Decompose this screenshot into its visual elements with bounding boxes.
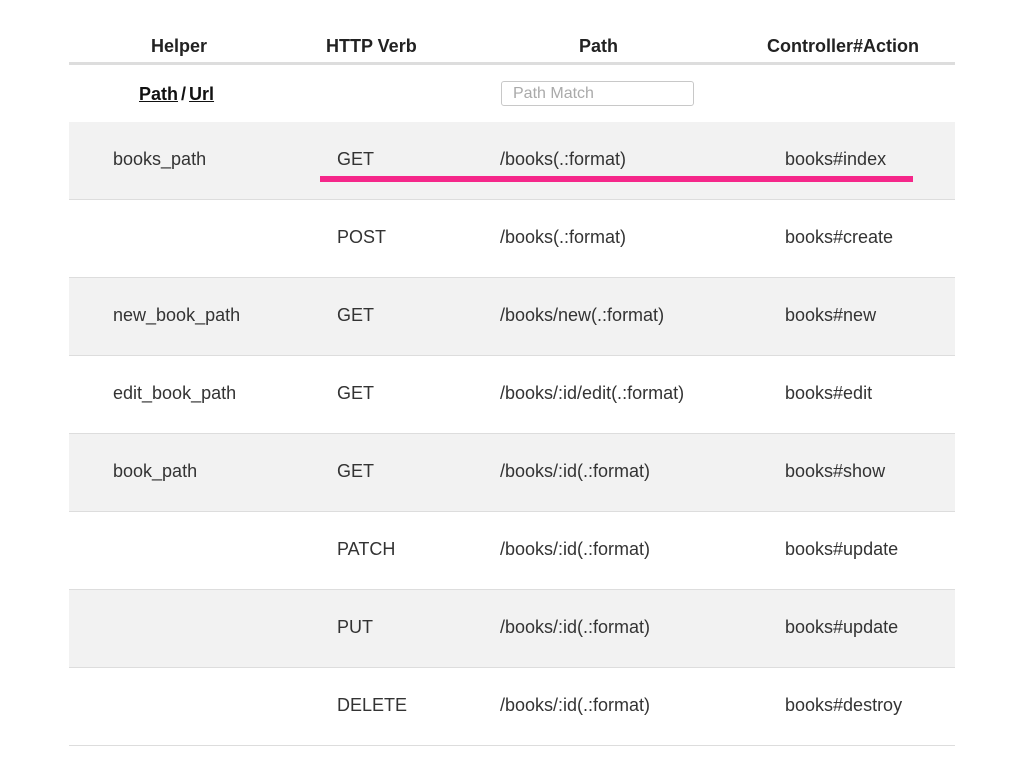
table-row: book_path GET /books/:id(.:format) books… (69, 434, 955, 512)
column-header-helper: Helper (151, 36, 208, 56)
route-path: /books(.:format) (500, 149, 627, 169)
link-separator: / (181, 84, 187, 104)
route-helper: book_path (113, 461, 198, 481)
table-row: PATCH /books/:id(.:format) books#update (69, 512, 955, 590)
table-row: books_path GET /books(.:format) books#in… (69, 122, 955, 200)
route-path: /books/new(.:format) (500, 305, 665, 325)
route-verb: GET (337, 305, 375, 325)
url-link[interactable]: Url (189, 84, 214, 104)
column-header-controller-action: Controller#Action (767, 36, 920, 56)
table-header: Helper HTTP Verb Path Controller#Action (69, 24, 955, 65)
route-action: books#update (785, 539, 899, 559)
route-helper: new_book_path (113, 305, 241, 325)
column-header-path: Path (579, 36, 619, 56)
path-match-search-input[interactable] (501, 81, 694, 106)
table-row: DELETE /books/:id(.:format) books#destro… (69, 668, 955, 746)
route-path: /books/:id(.:format) (500, 539, 651, 559)
route-verb: DELETE (337, 695, 408, 715)
route-action: books#show (785, 461, 886, 481)
table-row: PUT /books/:id(.:format) books#update (69, 590, 955, 668)
route-verb: PUT (337, 617, 373, 637)
route-path: /books(.:format) (500, 227, 627, 247)
routes-table: Helper HTTP Verb Path Controller#Action … (69, 24, 955, 746)
row-highlight-underline (320, 176, 913, 182)
route-verb: GET (337, 383, 375, 403)
route-action: books#update (785, 617, 899, 637)
column-header-http-verb: HTTP Verb (326, 36, 417, 56)
table-row: new_book_path GET /books/new(.:format) b… (69, 278, 955, 356)
route-path: /books/:id(.:format) (500, 695, 651, 715)
route-action: books#index (785, 149, 887, 169)
path-link[interactable]: Path (139, 84, 178, 104)
route-verb: PATCH (337, 539, 396, 559)
table-row: POST /books(.:format) books#create (69, 200, 955, 278)
route-verb: POST (337, 227, 387, 247)
route-helper: books_path (113, 149, 207, 169)
route-action: books#edit (785, 383, 873, 403)
route-helper: edit_book_path (113, 383, 237, 403)
route-action: books#destroy (785, 695, 903, 715)
route-path: /books/:id(.:format) (500, 617, 651, 637)
route-action: books#new (785, 305, 877, 325)
route-path: /books/:id/edit(.:format) (500, 383, 685, 403)
route-verb: GET (337, 461, 375, 481)
route-action: books#create (785, 227, 894, 247)
filter-row: Path / Url (69, 65, 955, 122)
route-path: /books/:id(.:format) (500, 461, 651, 481)
helper-format-toggle: Path / Url (139, 84, 214, 105)
route-verb: GET (337, 149, 375, 169)
table-row: edit_book_path GET /books/:id/edit(.:for… (69, 356, 955, 434)
